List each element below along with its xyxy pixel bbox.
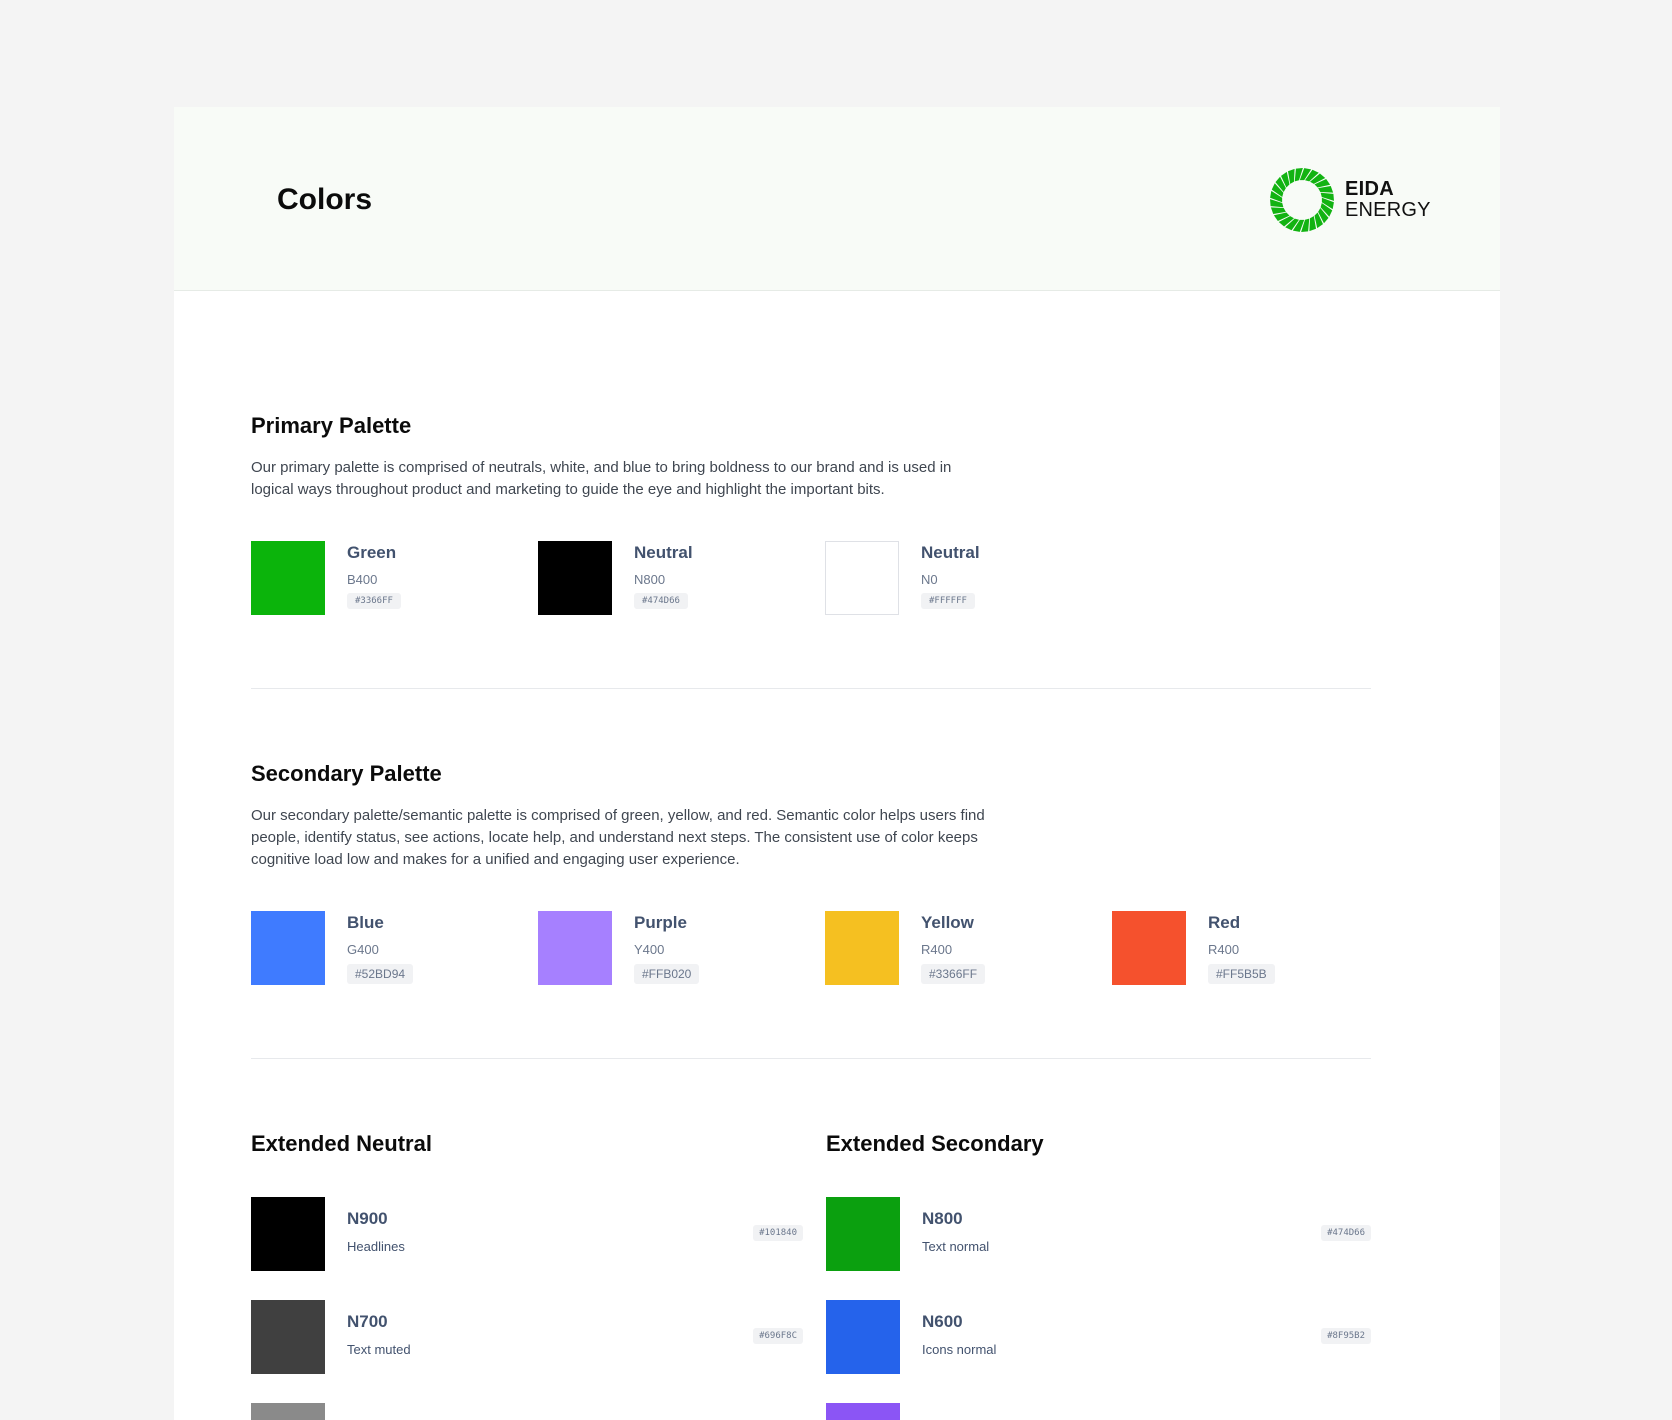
primary-swatch-neutral-dark: Neutral N800 #474D66 [538, 541, 798, 617]
eida-energy-logo: EIDA ENERGY [1268, 166, 1438, 236]
logo-ray [1270, 207, 1286, 215]
swatch-hex-badge: #FFB020 [634, 964, 700, 984]
color-swatch [826, 1197, 900, 1271]
swatch-hex-badge: #474D66 [1321, 1225, 1371, 1241]
logo-text-line1: EIDA [1345, 178, 1394, 200]
secondary-swatch-purple: Purple Y400 #FFB020 [538, 911, 798, 987]
color-swatch [538, 911, 612, 985]
extended-neutral-item: N700 Text muted #696F8C [251, 1300, 803, 1374]
color-swatch [825, 911, 899, 985]
logo-text-line2: ENERGY [1345, 199, 1431, 221]
swatch-name: Neutral [634, 543, 693, 562]
color-swatch [251, 1197, 325, 1271]
swatch-hex-badge: #FFFFFF [921, 593, 975, 609]
extended-secondary-title: Extended Secondary [826, 1131, 1044, 1156]
swatch-name: Yellow [921, 913, 974, 932]
secondary-swatch-blue: Blue G400 #52BD94 [251, 911, 511, 987]
color-swatch [825, 541, 899, 615]
swatch-name: N900 [347, 1209, 388, 1228]
extended-neutral-title: Extended Neutral [251, 1131, 432, 1156]
swatch-code: Y400 [634, 942, 665, 957]
primary-palette-description: Our primary palette is comprised of neut… [251, 459, 952, 498]
extended-secondary-partial-swatch [826, 1403, 900, 1420]
logo-ray [1287, 168, 1295, 184]
page-title: Colors [277, 183, 373, 216]
color-swatch [1112, 911, 1186, 985]
swatch-code: N0 [921, 572, 938, 587]
swatch-name: N700 [347, 1312, 388, 1331]
swatch-hex-badge: #52BD94 [347, 964, 414, 984]
colors-card: Colors EIDA ENERGY Primary Palette Our p… [174, 107, 1500, 1420]
swatch-name: Purple [634, 913, 687, 932]
logo-ray [1309, 216, 1317, 232]
swatch-hex-badge: #474D66 [634, 593, 688, 609]
extended-neutral-item: N900 Headlines #101840 [251, 1197, 803, 1271]
swatch-code: G400 [347, 942, 379, 957]
color-swatch [251, 1300, 325, 1374]
swatch-name: N600 [922, 1312, 963, 1331]
logo-ray [1318, 185, 1334, 193]
swatch-hex-badge: #FF5B5B [1208, 964, 1275, 984]
primary-swatch-green: Green B400 #3366FF [251, 541, 511, 617]
swatch-code: N800 [634, 572, 666, 587]
swatch-hex-badge: #8F95B2 [1321, 1328, 1371, 1344]
swatch-hex-badge: #3366FF [347, 593, 401, 609]
secondary-palette-description: Our secondary palette/semantic palette i… [251, 807, 985, 868]
section-divider [251, 1058, 1371, 1059]
extended-secondary-item: N600 Icons normal #8F95B2 [826, 1300, 1371, 1374]
secondary-swatch-yellow: Yellow R400 #3366FF [825, 911, 1085, 987]
extended-neutral-partial-swatch [251, 1403, 325, 1420]
sunburst-logo-icon [1270, 168, 1334, 232]
swatch-role: Icons normal [922, 1342, 997, 1357]
swatch-role: Headlines [347, 1239, 405, 1254]
swatch-name: Green [347, 543, 397, 562]
primary-palette-title: Primary Palette [251, 413, 412, 438]
swatch-code: R400 [921, 942, 953, 957]
swatch-hex-badge: #101840 [753, 1225, 803, 1241]
primary-swatch-neutral-white: Neutral N0 #FFFFFF [825, 541, 1085, 617]
section-divider [251, 688, 1371, 689]
page-header: Colors EIDA ENERGY [174, 107, 1500, 291]
swatch-name: Blue [347, 913, 384, 932]
swatch-hex-badge: #696F8C [753, 1328, 803, 1344]
secondary-palette-title: Secondary Palette [251, 761, 442, 786]
color-swatch [538, 541, 612, 615]
swatch-name: N800 [922, 1209, 963, 1228]
swatch-name: Red [1208, 913, 1241, 932]
color-swatch [251, 541, 325, 615]
swatch-role: Text muted [347, 1342, 411, 1357]
extended-secondary-item: N800 Text normal #474D66 [826, 1197, 1371, 1271]
swatch-hex-badge: #3366FF [921, 964, 986, 984]
swatch-role: Text normal [922, 1239, 990, 1254]
color-swatch [251, 911, 325, 985]
swatch-name: Neutral [921, 543, 980, 562]
swatch-code: R400 [1208, 942, 1240, 957]
swatch-code: B400 [347, 572, 378, 587]
color-swatch [826, 1300, 900, 1374]
secondary-swatch-red: Red R400 #FF5B5B [1112, 911, 1372, 987]
